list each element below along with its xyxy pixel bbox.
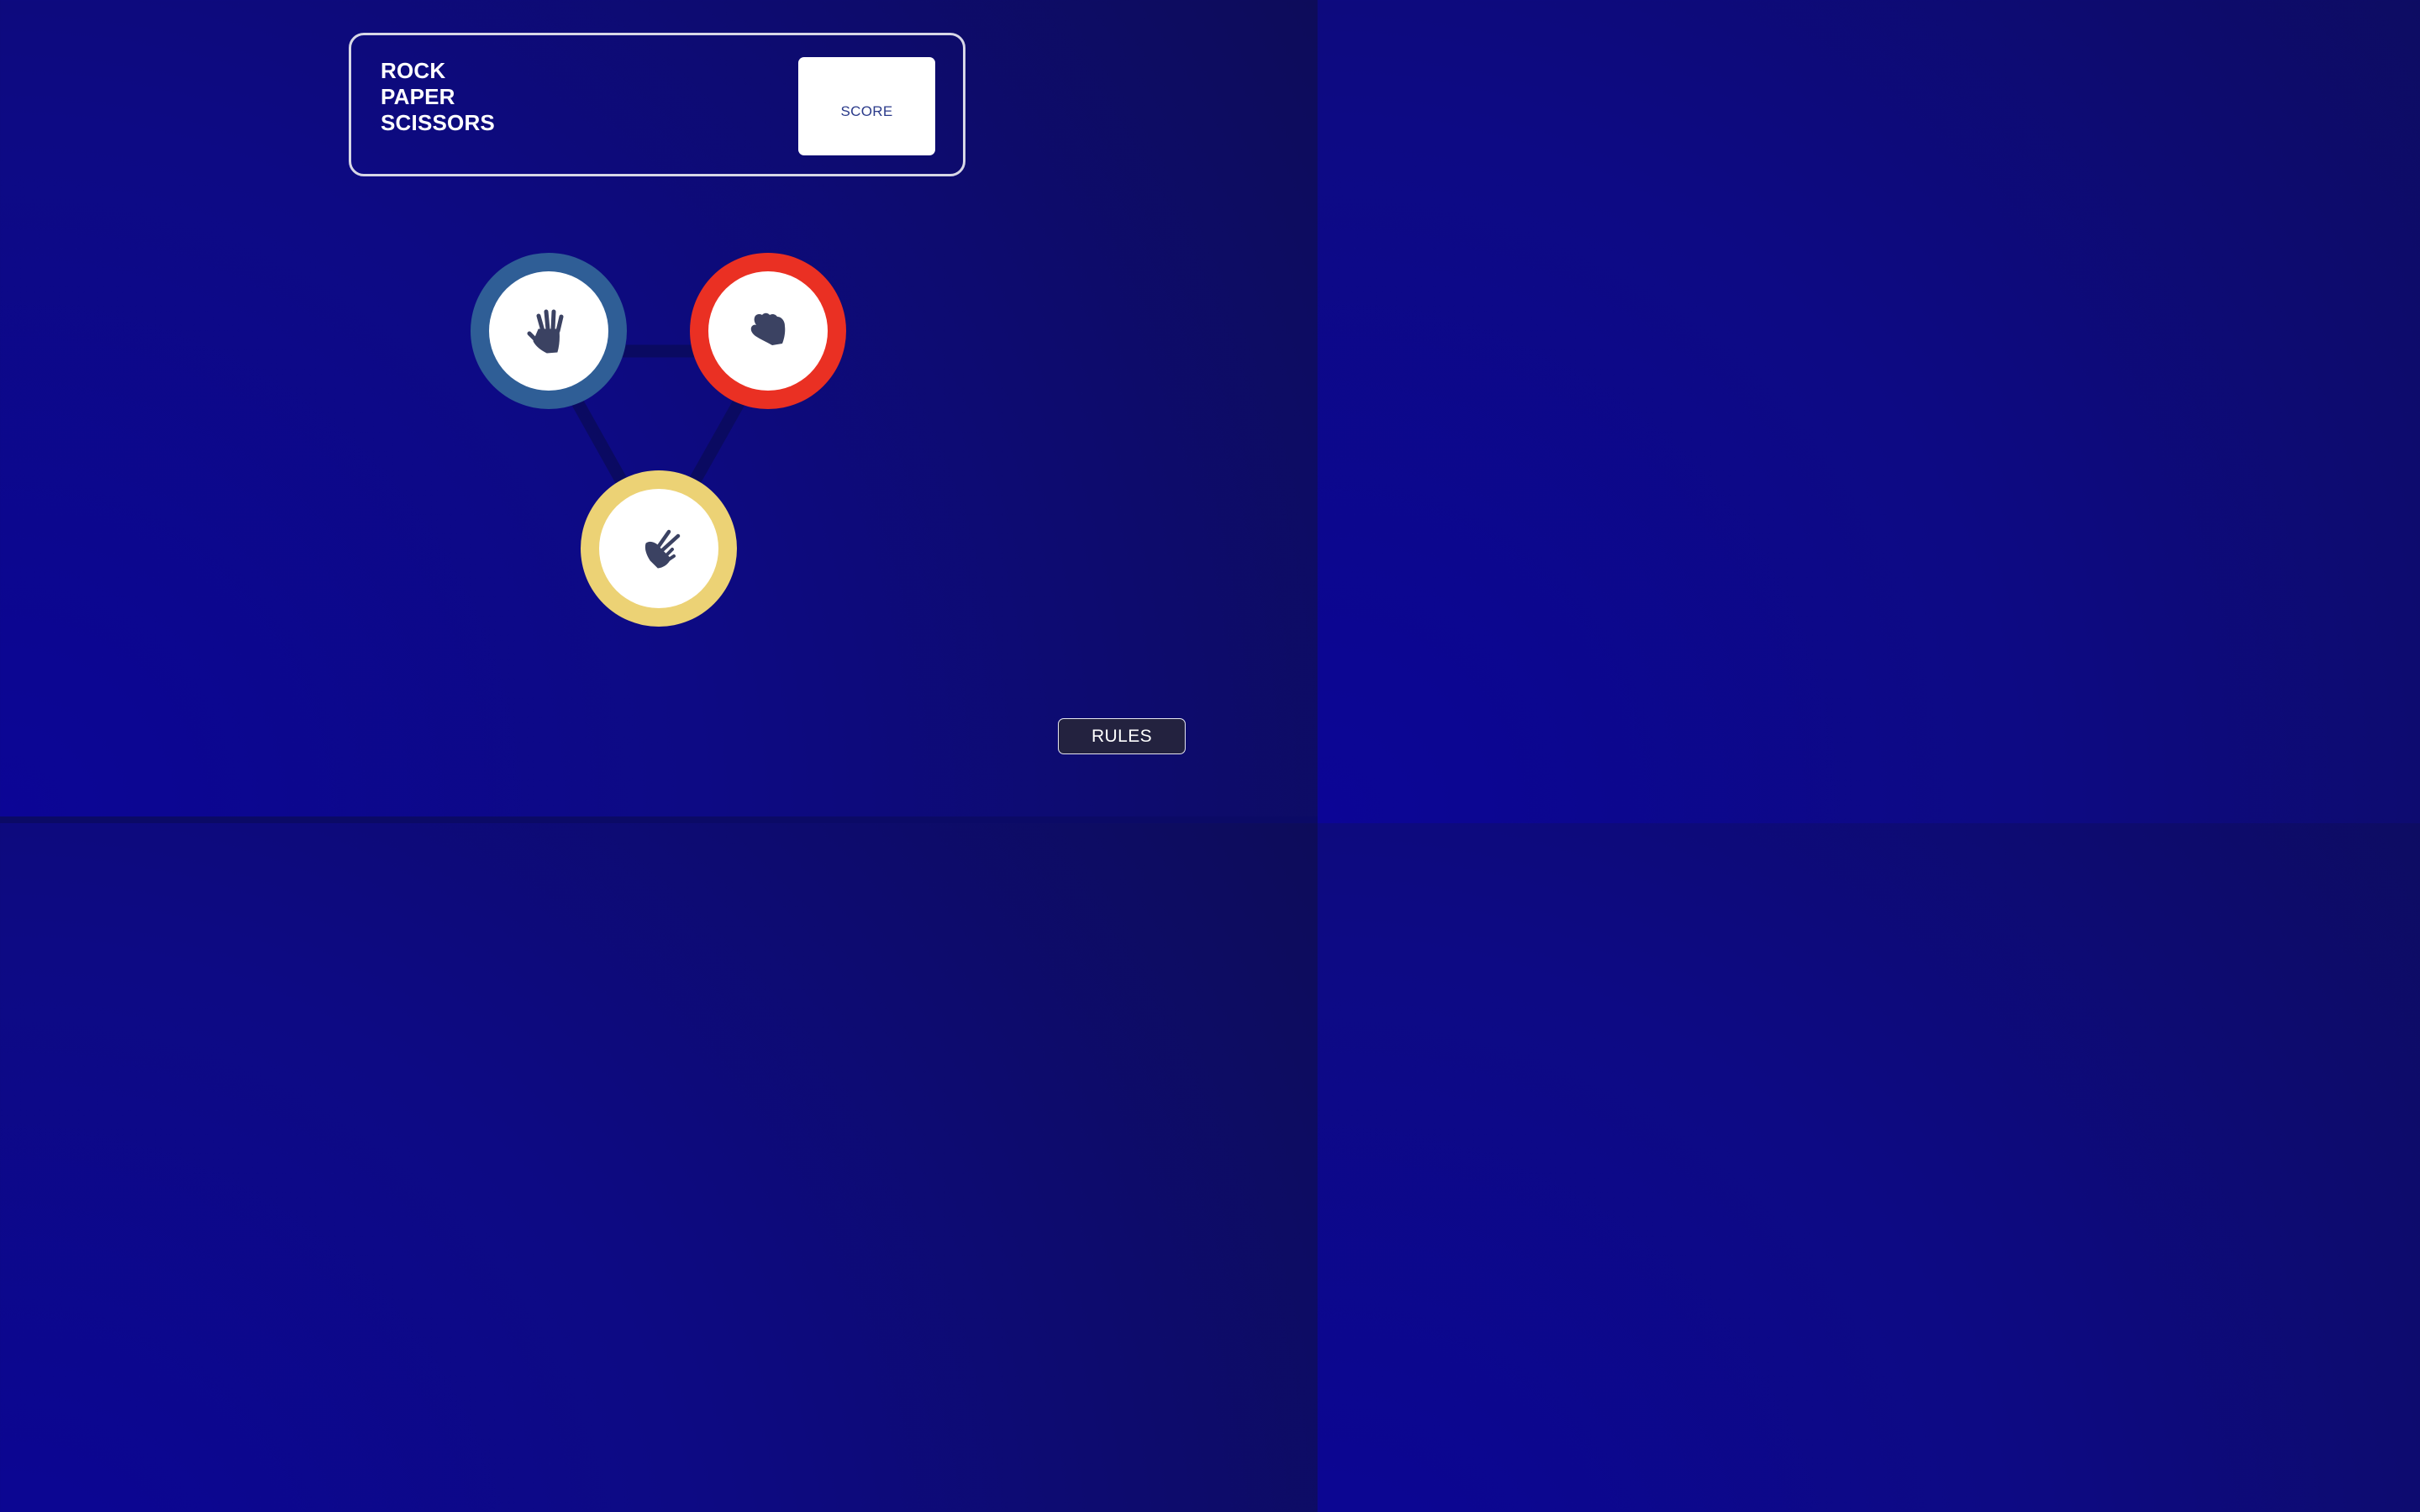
rules-button[interactable]: RULES (1058, 718, 1186, 754)
game-title-line-paper: PAPER (381, 84, 455, 109)
header-panel: ROCK PAPER SCISSORS SCORE (349, 33, 965, 176)
bottom-strip (0, 816, 1318, 823)
scissors-choice-button[interactable] (581, 470, 737, 627)
game-title-line-rock: ROCK (381, 58, 446, 83)
rock-choice-face (708, 271, 828, 391)
score-label: SCORE (840, 102, 893, 119)
game-title: ROCK PAPER SCISSORS (381, 58, 495, 136)
rock-choice-button[interactable] (690, 253, 846, 409)
paper-choice-button[interactable] (471, 253, 627, 409)
score-box: SCORE (798, 57, 935, 155)
game-title-line-scissors: SCISSORS (381, 110, 495, 135)
scissors-hand-icon (644, 529, 681, 569)
rock-fist-icon (750, 312, 786, 345)
paper-hand-icon (527, 309, 564, 354)
paper-choice-face (489, 271, 608, 391)
scissors-choice-face (599, 489, 718, 608)
